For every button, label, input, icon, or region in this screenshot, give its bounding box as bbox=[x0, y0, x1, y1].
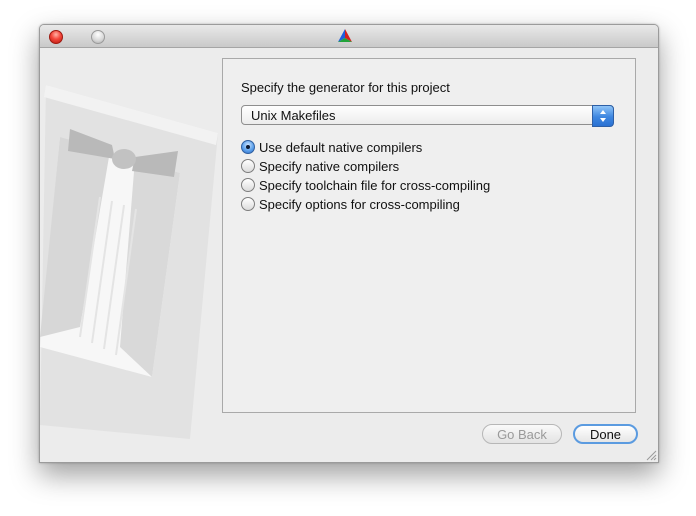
radio-default-compilers[interactable] bbox=[241, 140, 255, 154]
zoom-window-button[interactable] bbox=[91, 30, 105, 44]
option-label: Specify options for cross-compiling bbox=[259, 196, 460, 212]
generator-prompt: Specify the generator for this project bbox=[241, 80, 450, 95]
option-cross-compiling[interactable]: Specify options for cross-compiling bbox=[241, 195, 460, 213]
settings-panel: Specify the generator for this project U… bbox=[222, 58, 636, 413]
option-label: Specify native compilers bbox=[259, 158, 400, 174]
option-label: Use default native compilers bbox=[259, 139, 423, 155]
resize-grip-icon[interactable] bbox=[645, 449, 657, 461]
select-arrows-icon[interactable] bbox=[592, 105, 614, 127]
option-native-compilers[interactable]: Specify native compilers bbox=[241, 157, 399, 175]
generator-select-value: Unix Makefiles bbox=[251, 108, 336, 123]
setup-window: Specify the generator for this project U… bbox=[39, 24, 659, 463]
go-back-button[interactable]: Go Back bbox=[482, 424, 562, 444]
tuxedo-illustration bbox=[40, 85, 218, 439]
done-button[interactable]: Done bbox=[573, 424, 638, 444]
option-label: Specify toolchain file for cross-compili… bbox=[259, 177, 491, 193]
generator-select[interactable]: Unix Makefiles bbox=[241, 105, 614, 127]
radio-toolchain-file[interactable] bbox=[241, 178, 255, 192]
title-bar[interactable] bbox=[40, 25, 658, 48]
radio-native-compilers[interactable] bbox=[241, 159, 255, 173]
radio-cross-compiling[interactable] bbox=[241, 197, 255, 211]
close-window-button[interactable] bbox=[49, 30, 63, 44]
option-default-compilers[interactable]: Use default native compilers bbox=[241, 138, 422, 156]
option-toolchain-file[interactable]: Specify toolchain file for cross-compili… bbox=[241, 176, 490, 194]
cmake-triangle-icon bbox=[338, 29, 352, 42]
